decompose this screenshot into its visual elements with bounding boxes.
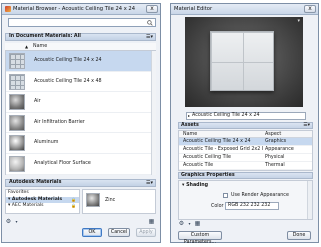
material-editor-title: Material Editor <box>174 6 213 12</box>
preview-options-icon[interactable]: ▾ <box>297 18 300 24</box>
library-tree-label: Autodesk Materials <box>11 196 63 202</box>
material-thumbnail <box>9 73 25 90</box>
graphics-properties-header[interactable]: Graphics Properties <box>178 172 313 179</box>
library-view-icon[interactable]: ▦ <box>148 218 155 225</box>
material-list-header: ▲ Name <box>5 43 156 51</box>
material-name-value: Acoustic Ceiling Tile 24 x 24 <box>192 113 260 118</box>
assets-table: Name Aspect Acoustic Ceiling Tile 24 x 2… <box>178 130 313 171</box>
material-list-scrollbar[interactable] <box>151 51 156 175</box>
graphics-properties-label: Graphics Properties <box>181 173 235 178</box>
asset-aspect: Physical <box>265 155 285 160</box>
asset-aspect: Appearance <box>265 147 294 152</box>
shading-label: Shading <box>186 183 209 188</box>
material-name-field[interactable]: ▸ Acoustic Ceiling Tile 24 x 24 <box>186 112 306 120</box>
view-options-icon[interactable]: ☰▾ <box>146 34 153 40</box>
library-tree-label: AEC Materials <box>11 203 44 208</box>
graphics-properties-panel: ▾ Shading Use Render Appearance Color RG… <box>178 180 313 220</box>
material-preview: ▾ <box>185 17 303 107</box>
library-options-icon[interactable]: ☰▾ <box>146 180 153 186</box>
material-name: Acoustic Ceiling Tile 24 x 48 <box>34 78 102 84</box>
app-icon <box>5 6 11 12</box>
assets-header[interactable]: Assets ☰▾ <box>178 122 313 129</box>
asset-row[interactable]: Acoustic Ceiling Tile Physical <box>179 154 312 162</box>
material-thumbnail <box>9 53 25 69</box>
material-row[interactable]: Analytical Floor SurfaceG <box>6 154 156 175</box>
material-browser-title: Material Browser - Acoustic Ceiling Tile… <box>13 6 136 12</box>
library-tree-label: Favorites <box>8 190 29 195</box>
lock-icon: 🔒 <box>71 203 76 208</box>
dropdown-arrow-icon[interactable]: ▾ <box>13 218 20 225</box>
library-settings-icon[interactable]: ⚙ <box>5 218 12 225</box>
in-document-header[interactable]: In Document Materials: All ☰▾ <box>5 33 156 41</box>
color-label: Color <box>211 204 224 209</box>
cancel-button[interactable]: Cancel <box>108 228 130 237</box>
library-header[interactable]: Autodesk Materials ☰▾ <box>5 179 156 187</box>
use-render-appearance-label: Use Render Appearance <box>231 193 289 198</box>
material-thumbnail <box>9 135 25 152</box>
material-row[interactable]: Air Infiltration BarrierG <box>6 113 156 134</box>
asset-row[interactable]: Acoustic Tile Thermal <box>179 162 312 170</box>
search-icon <box>147 20 153 26</box>
expand-arrow-icon[interactable]: ▸ <box>188 113 190 119</box>
asset-aspect: Thermal <box>265 163 285 168</box>
color-value: RGB 232 232 232 <box>228 203 271 208</box>
sort-arrow-icon[interactable]: ▲ <box>25 43 28 51</box>
assets-table-header: Name Aspect <box>179 131 312 138</box>
properties-scrollbar[interactable] <box>307 181 312 219</box>
editor-settings-icon[interactable]: ⚙ <box>178 220 185 227</box>
asset-row[interactable]: Acoustic Tile - Exposed Grid 2x2 I Appear… <box>179 146 312 154</box>
asset-name: Acoustic Tile <box>183 163 214 168</box>
preview-swatch <box>210 31 274 91</box>
use-render-appearance-checkbox[interactable] <box>223 193 228 198</box>
asset-row[interactable]: Acoustic Ceiling Tile 24 x 24 Graphics <box>179 138 312 146</box>
material-editor-titlebar[interactable]: Material Editor x <box>171 4 318 15</box>
asset-name: Acoustic Tile - Exposed Grid 2x2 I <box>183 147 264 152</box>
open-browser-icon[interactable]: ▦ <box>194 220 201 227</box>
material-list[interactable]: Acoustic Ceiling Tile 24 x 24GAcoustic C… <box>5 51 156 175</box>
material-row[interactable]: AirG <box>6 92 156 113</box>
library-materials-pane[interactable]: Zinc <box>82 189 156 214</box>
shading-section-header[interactable]: ▾ Shading <box>182 183 208 188</box>
material-row[interactable]: Acoustic Ceiling Tile 24 x 24G <box>6 51 156 72</box>
material-row[interactable]: Acoustic Ceiling Tile 24 x 48G <box>6 72 156 93</box>
assets-options-icon[interactable]: ☰▾ <box>303 123 310 128</box>
material-row[interactable]: AluminumM <box>6 133 156 154</box>
color-field[interactable]: RGB 232 232 232 <box>225 202 279 210</box>
in-document-header-label: In Document Materials: All <box>9 34 81 39</box>
search-input[interactable] <box>8 18 156 27</box>
assets-header-label: Assets <box>181 123 199 128</box>
material-name: Air Infiltration Barrier <box>34 119 85 125</box>
ok-button[interactable]: OK <box>82 228 102 237</box>
material-browser-titlebar[interactable]: Material Browser - Acoustic Ceiling Tile… <box>2 4 160 15</box>
column-name-header[interactable]: Name <box>33 43 47 51</box>
asset-name: Acoustic Ceiling Tile <box>183 155 231 160</box>
close-button[interactable]: x <box>146 5 158 13</box>
material-thumbnail <box>9 114 25 131</box>
material-name: Air <box>34 99 41 105</box>
asset-aspect-column[interactable]: Aspect <box>265 131 281 138</box>
library-header-label: Autodesk Materials <box>9 180 62 185</box>
material-thumbnail <box>86 193 100 207</box>
library-tree-item[interactable]: ▾ AEC Materials 🔒 <box>6 203 79 210</box>
dropdown-arrow-icon[interactable]: ▾ <box>186 220 193 227</box>
asset-name: Acoustic Ceiling Tile 24 x 24 <box>183 139 251 144</box>
done-button[interactable]: Done <box>287 231 311 240</box>
apply-button[interactable]: Apply <box>136 228 156 237</box>
library-tree[interactable]: Favorites ▾ Autodesk Materials 🔒 ▾ AEC Mate… <box>5 189 80 214</box>
library-material-name[interactable]: Zinc <box>105 198 115 203</box>
asset-aspect: Graphics <box>265 139 287 144</box>
material-thumbnail <box>9 155 25 172</box>
material-thumbnail <box>9 94 25 111</box>
custom-parameters-button[interactable]: Custom Parameters... <box>178 231 222 245</box>
asset-name-column[interactable]: Name <box>183 131 197 138</box>
material-name: Analytical Floor Surface <box>34 160 91 166</box>
material-name: Acoustic Ceiling Tile 24 x 24 <box>34 58 102 63</box>
close-button[interactable]: x <box>304 5 316 13</box>
material-name: Aluminum <box>34 140 59 146</box>
